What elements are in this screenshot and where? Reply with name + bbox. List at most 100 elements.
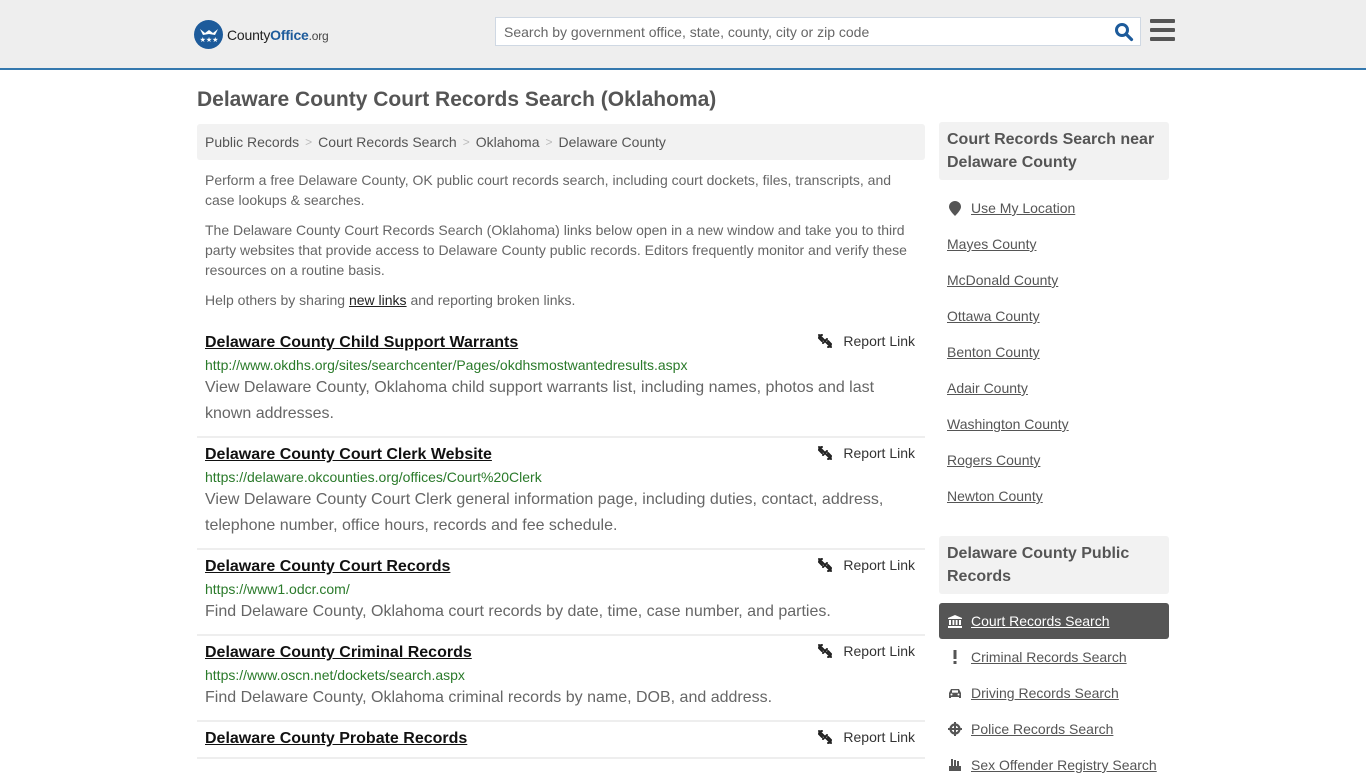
courthouse-icon: [947, 614, 963, 628]
nearby-heading: Court Records Search near Delaware Count…: [939, 122, 1169, 180]
intro-paragraph-2: The Delaware County Court Records Search…: [205, 222, 907, 278]
nearby-county-item: Benton County: [939, 334, 1169, 370]
nearby-county-link[interactable]: Adair County: [947, 380, 1028, 396]
search-icon: [1115, 23, 1134, 42]
report-link-label: Report Link: [843, 643, 915, 659]
breadcrumb: Public Records > Court Records Search > …: [197, 124, 925, 160]
intro-p3-text: Help others by sharing: [205, 292, 349, 308]
result-title-link[interactable]: Delaware County Court Records: [205, 558, 450, 576]
result-title-link[interactable]: Delaware County Probate Records: [205, 730, 467, 748]
sidebar-link[interactable]: Criminal Records Search: [971, 649, 1127, 665]
nearby-county-item: Ottawa County: [939, 298, 1169, 334]
result-item: Delaware County Child Support Warrants R…: [197, 326, 925, 438]
breadcrumb-court-records-search[interactable]: Court Records Search: [318, 134, 457, 150]
search-input[interactable]: [496, 18, 1106, 45]
report-link-label: Report Link: [843, 445, 915, 461]
result-item: Delaware County Probate Records Report L…: [197, 722, 925, 759]
sidebar-item-sex-offender-registry[interactable]: Sex Offender Registry Search: [939, 747, 1169, 783]
broken-link-icon: [818, 644, 833, 658]
breadcrumb-separator: >: [545, 135, 553, 149]
result-description: Find Delaware County, Oklahoma criminal …: [205, 689, 773, 706]
exclamation-icon: [947, 650, 963, 664]
result-title-link[interactable]: Delaware County Court Clerk Website: [205, 446, 492, 464]
public-records-panel: Delaware County Public Records Court Rec…: [939, 536, 1169, 783]
nearby-county-item: Adair County: [939, 370, 1169, 406]
broken-link-icon: [818, 558, 833, 572]
breadcrumb-public-records[interactable]: Public Records: [205, 134, 299, 150]
menu-button[interactable]: [1150, 19, 1175, 41]
nearby-county-link[interactable]: Washington County: [947, 416, 1069, 432]
nearby-county-item: Newton County: [939, 478, 1169, 514]
map-marker-icon: [947, 200, 963, 216]
breadcrumb-separator: >: [305, 135, 313, 149]
nearby-county-link[interactable]: Newton County: [947, 488, 1043, 504]
logo-wordmark: CountyOffice.org: [227, 27, 329, 43]
sidebar-item-driving-records[interactable]: Driving Records Search: [939, 675, 1169, 711]
sidebar-item-police-records[interactable]: Police Records Search: [939, 711, 1169, 747]
result-url: http://www.okdhs.org/sites/searchcenter/…: [205, 357, 688, 373]
report-link-label: Report Link: [843, 557, 915, 573]
report-link-button[interactable]: Report Link: [817, 729, 915, 745]
fist-icon: [947, 758, 963, 772]
result-item: Delaware County Court Records Report Lin…: [197, 550, 925, 636]
page-title: Delaware County Court Records Search (Ok…: [197, 88, 717, 111]
intro-paragraph-1: Perform a free Delaware County, OK publi…: [205, 172, 892, 208]
result-title-link[interactable]: Delaware County Criminal Records: [205, 644, 472, 662]
report-link-button[interactable]: Report Link: [817, 445, 915, 461]
nearby-county-link[interactable]: McDonald County: [947, 272, 1058, 288]
sidebar-link[interactable]: Driving Records Search: [971, 685, 1119, 701]
sidebar-item-court-records[interactable]: Court Records Search: [939, 603, 1169, 639]
search-box: [495, 17, 1141, 46]
result-item: Delaware County Court Clerk Website Repo…: [197, 438, 925, 550]
use-my-location-link[interactable]: Use My Location: [971, 200, 1075, 216]
nearby-county-link[interactable]: Benton County: [947, 344, 1040, 360]
logo-text-county: County: [227, 26, 271, 43]
logo-text-org: .org: [308, 28, 329, 43]
sidebar-item-criminal-records[interactable]: Criminal Records Search: [939, 639, 1169, 675]
broken-link-icon: [818, 446, 833, 460]
report-link-label: Report Link: [843, 729, 915, 745]
nearby-county-link[interactable]: Mayes County: [947, 236, 1036, 252]
nearby-county-link[interactable]: Ottawa County: [947, 308, 1040, 324]
sidebar-link[interactable]: Sex Offender Registry Search: [971, 757, 1157, 773]
use-my-location-item: Use My Location: [939, 190, 1169, 226]
breadcrumb-delaware-county[interactable]: Delaware County: [559, 134, 666, 150]
crosshair-icon: [947, 722, 963, 736]
nearby-county-item: Rogers County: [939, 442, 1169, 478]
sidebar-link[interactable]: Court Records Search: [971, 613, 1110, 629]
report-link-button[interactable]: Report Link: [817, 333, 915, 349]
nearby-county-item: Mayes County: [939, 226, 1169, 262]
report-link-button[interactable]: Report Link: [817, 643, 915, 659]
new-links-link[interactable]: new links: [349, 292, 407, 308]
result-description: View Delaware County Court Clerk general…: [205, 491, 884, 534]
site-logo[interactable]: ★★★ CountyOffice.org: [194, 20, 329, 49]
nearby-county-item: Washington County: [939, 406, 1169, 442]
broken-link-icon: [818, 730, 833, 744]
result-description: Find Delaware County, Oklahoma court rec…: [205, 603, 831, 620]
breadcrumb-separator: >: [462, 135, 470, 149]
public-records-heading: Delaware County Public Records: [939, 536, 1169, 594]
site-header: ★★★ CountyOffice.org: [0, 0, 1366, 70]
result-url: https://www1.odcr.com/: [205, 581, 350, 597]
logo-text-office: Office: [270, 26, 309, 43]
svg-text:★★★: ★★★: [199, 36, 218, 44]
nearby-county-item: McDonald County: [939, 262, 1169, 298]
broken-link-icon: [818, 334, 833, 348]
car-icon: [947, 688, 963, 699]
report-link-button[interactable]: Report Link: [817, 557, 915, 573]
nearby-counties-panel: Court Records Search near Delaware Count…: [939, 122, 1169, 514]
sidebar-link[interactable]: Police Records Search: [971, 721, 1113, 737]
breadcrumb-oklahoma[interactable]: Oklahoma: [476, 134, 540, 150]
result-url: https://delaware.okcounties.org/offices/…: [205, 469, 542, 485]
search-button[interactable]: [1114, 22, 1134, 42]
intro-paragraph-3: Help others by sharing new links and rep…: [205, 290, 917, 310]
eagle-stars-logo-icon: ★★★: [194, 20, 223, 49]
intro-p3-text-end: and reporting broken links.: [406, 292, 576, 308]
result-description: View Delaware County, Oklahoma child sup…: [205, 379, 875, 422]
results-list: Delaware County Child Support Warrants R…: [197, 326, 925, 759]
intro-text: Perform a free Delaware County, OK publi…: [205, 170, 917, 320]
report-link-label: Report Link: [843, 333, 915, 349]
result-title-link[interactable]: Delaware County Child Support Warrants: [205, 334, 518, 352]
result-url: https://www.oscn.net/dockets/search.aspx: [205, 667, 465, 683]
nearby-county-link[interactable]: Rogers County: [947, 452, 1040, 468]
